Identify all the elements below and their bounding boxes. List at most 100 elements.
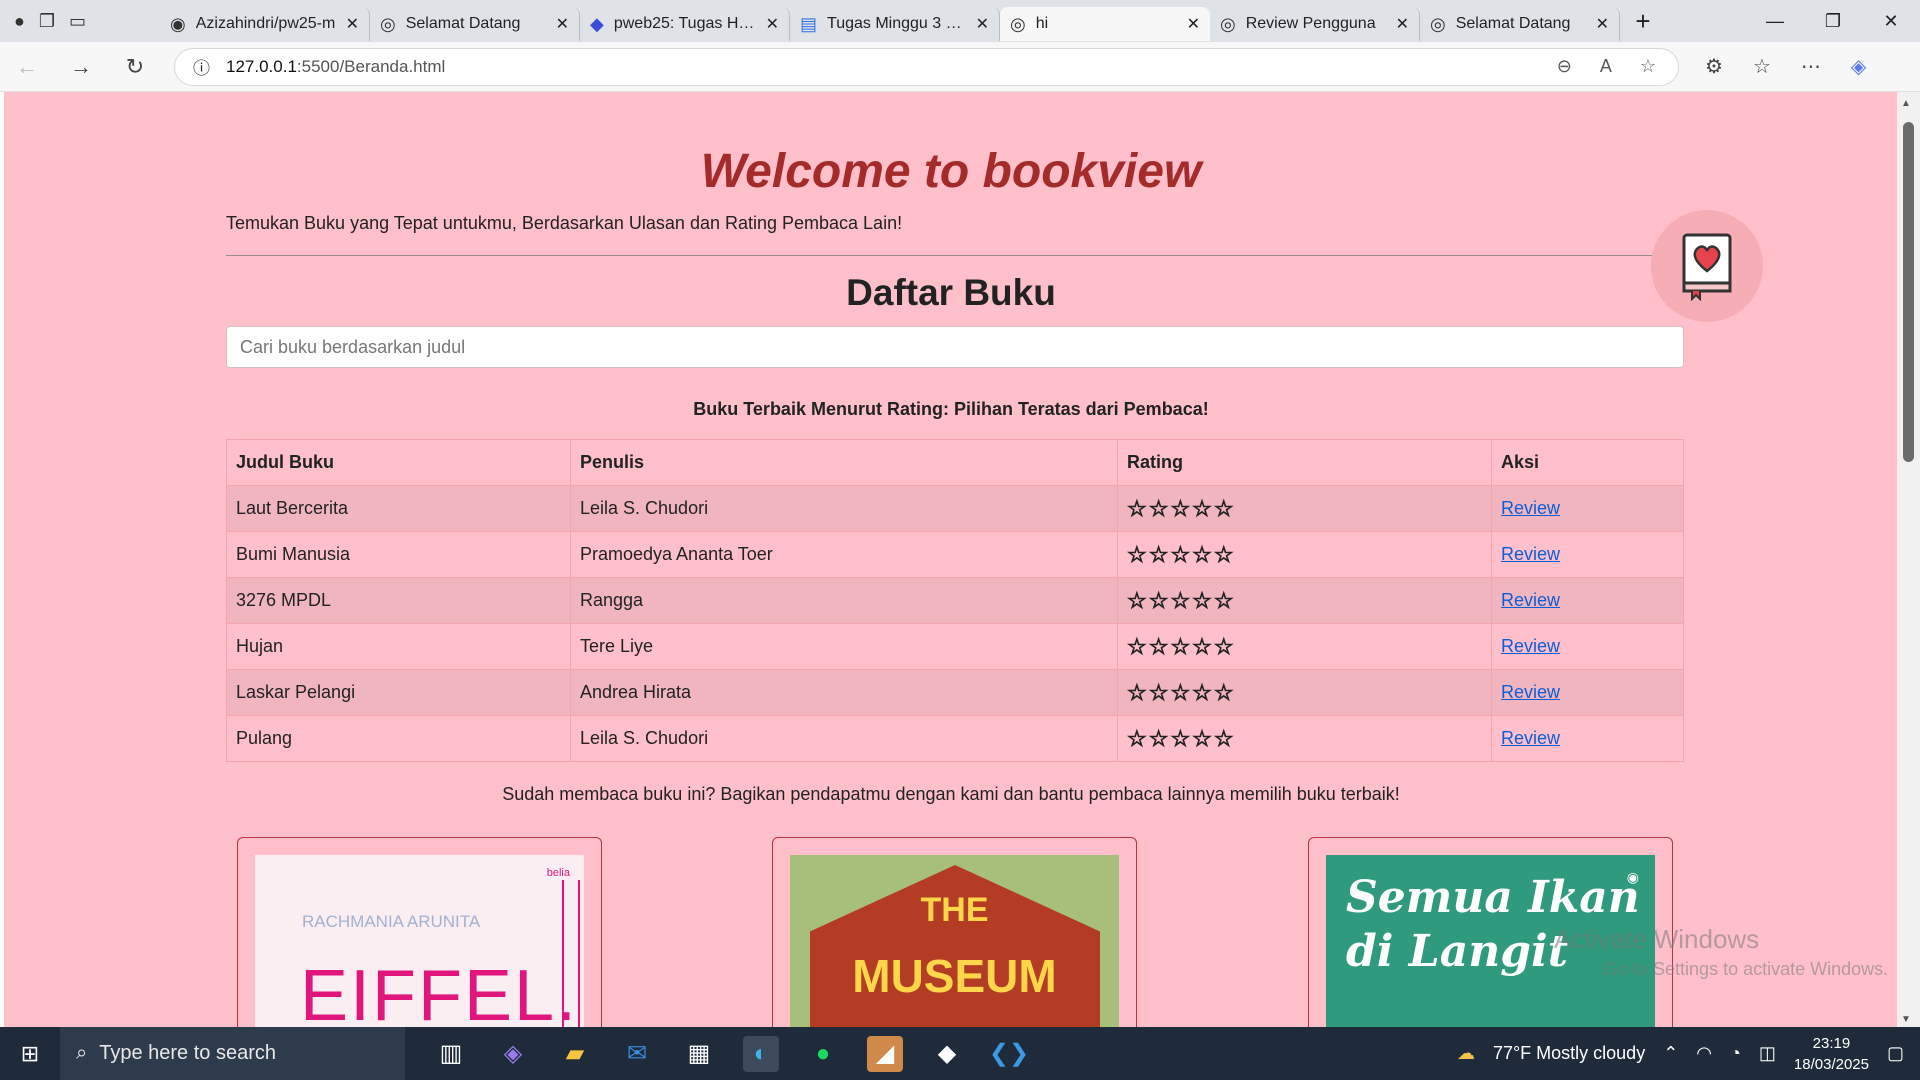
close-icon[interactable]: ✕ [556,14,569,34]
outlook-icon[interactable]: ✉ [619,1036,655,1072]
tab-6[interactable]: ◎ Selamat Datang ✕ [1420,7,1620,41]
stars-icon: ☆☆☆☆☆ [1127,725,1236,751]
edge-icon[interactable]: ◐ [743,1035,779,1072]
review-link[interactable]: Review [1501,682,1560,702]
star-rating: ☆☆☆☆☆ [1117,531,1492,578]
header-title: Judul Buku [226,439,571,486]
notifications-icon[interactable]: ▢ [1887,1043,1904,1064]
url-tools: ⊖ A ☆ [1557,56,1678,77]
close-icon[interactable]: ✕ [1396,14,1409,34]
review-link[interactable]: Review [1501,728,1560,748]
chevron-up-icon[interactable]: ⌃ [1663,1043,1678,1064]
book-cover-image: THE MUSEUM [790,855,1119,1027]
stars-icon: ☆☆☆☆☆ [1127,541,1236,567]
windows-start-icon[interactable]: ⊞ [0,1041,60,1067]
url-path: :5500/Beranda.html [296,56,446,76]
favorite-icon[interactable]: ☆ [1640,56,1656,77]
wifi-icon[interactable]: ◔ [1730,1043,1741,1064]
close-icon[interactable]: ✕ [1187,14,1200,34]
book-heart-icon [1682,233,1732,301]
taskbar-search[interactable]: ⌕ Type here to search [60,1027,405,1080]
pinned-app-icon[interactable]: ◢ [867,1035,903,1072]
network-icon[interactable]: ◠ [1696,1043,1712,1064]
refresh-icon[interactable]: ↻ [108,54,162,80]
profile-icon[interactable]: ● [14,11,25,32]
stars-icon: ☆☆☆☆☆ [1127,679,1236,705]
book-author: Pramoedya Ananta Toer [570,531,1118,578]
header-rating: Rating [1117,439,1492,486]
git-app-icon[interactable]: ◆ [929,1036,965,1072]
forward-icon[interactable]: → [54,54,108,80]
action-cell: Review [1491,623,1684,670]
table-row: Pulang Leila S. Chudori ☆☆☆☆☆ Review [226,715,1684,762]
tab-1[interactable]: ◎ Selamat Datang ✕ [370,7,580,41]
url-field[interactable]: ⓘ 127.0.0.1:5500/Beranda.html ⊖ A ☆ [174,47,1679,86]
workspaces-icon[interactable]: ❐ [39,11,55,32]
close-icon[interactable]: ✕ [346,14,359,34]
scrollbar-thumb[interactable] [1903,122,1914,462]
close-window-icon[interactable]: ✕ [1862,11,1920,32]
more-icon[interactable]: ⋯ [1801,54,1821,79]
search-input[interactable] [226,326,1684,368]
browser-toolbar-right: ⚙ ☆ ⋯ ◈ [1679,54,1866,79]
weather-icon[interactable]: ☁ [1457,1043,1475,1064]
review-link[interactable]: Review [1501,544,1560,564]
spotify-icon[interactable]: ● [805,1036,841,1072]
header-action: Aksi [1491,439,1684,486]
github-icon: ◉ [170,13,186,34]
tab-5[interactable]: ◎ Review Pengguna ✕ [1210,7,1420,41]
close-icon[interactable]: ✕ [976,14,989,34]
tab-title: Tugas Minggu 3 - H [827,15,966,32]
store-icon[interactable]: ▦ [681,1036,717,1072]
restore-icon[interactable]: ❐ [1804,11,1862,32]
review-link[interactable]: Review [1501,590,1560,610]
tab-title: Review Pengguna [1245,15,1376,32]
scroll-up-icon[interactable]: ▲ [1901,98,1911,109]
cover-title-line1: THE [920,891,989,929]
book-card[interactable]: belia RACHMANIA ARUNITA EIFFEL... [237,837,602,1027]
book-title: 3276 MPDL [226,577,571,624]
extensions-icon[interactable]: ⚙ [1705,54,1723,79]
info-icon[interactable]: ⓘ [193,54,210,79]
star-rating: ☆☆☆☆☆ [1117,715,1492,762]
table-row: Laut Bercerita Leila S. Chudori ☆☆☆☆☆ Re… [226,485,1684,532]
close-icon[interactable]: ✕ [1596,14,1609,34]
zoom-icon[interactable]: ⊖ [1557,56,1572,77]
tab-3[interactable]: ▤ Tugas Minggu 3 - H ✕ [790,7,1000,41]
book-card[interactable]: THE MUSEUM [772,837,1137,1027]
taskbar-search-text: Type here to search [99,1042,276,1064]
scrollbar[interactable]: ▲ ▼ [1897,92,1920,1027]
system-tray: ☁ 77°F Mostly cloudy ⌃ ◠ ◔ ◫ 23:19 18/03… [1457,1033,1920,1075]
close-icon[interactable]: ✕ [766,14,779,34]
clock[interactable]: 23:19 18/03/2025 [1794,1033,1869,1075]
action-cell: Review [1491,715,1684,762]
scroll-down-icon[interactable]: ▼ [1901,1014,1911,1025]
minimize-icon[interactable]: — [1746,11,1804,32]
vscode-icon[interactable]: ❮❯ [989,1036,1029,1072]
book-author: Rangga [570,577,1118,624]
new-tab-button[interactable]: + [1620,6,1666,37]
globe-icon: ◎ [1430,13,1446,34]
tab-4-active[interactable]: ◎ hi ✕ [1000,7,1210,41]
copilot-icon[interactable]: ◈ [1851,54,1866,79]
tab-2[interactable]: ◆ pweb25: Tugas HTM ✕ [580,7,790,41]
file-explorer-icon[interactable]: ▰ [557,1036,593,1072]
volume-icon[interactable]: ◫ [1759,1043,1776,1064]
tab-bar-left-tools: ● ❐ ▭ [0,11,160,32]
task-view-icon[interactable]: ▥ [433,1036,469,1072]
weather-text[interactable]: 77°F Mostly cloudy [1493,1043,1645,1064]
review-link[interactable]: Review [1501,498,1560,518]
book-title: Pulang [226,715,571,762]
back-icon[interactable]: ← [0,54,54,80]
tab-actions-icon[interactable]: ▭ [69,11,86,32]
star-rating: ☆☆☆☆☆ [1117,485,1492,532]
search-icon: ⌕ [76,1042,88,1064]
copilot-app-icon[interactable]: ◈ [495,1036,531,1072]
favorites-icon[interactable]: ☆ [1753,54,1771,79]
read-aloud-icon[interactable]: A [1600,56,1612,77]
star-rating: ☆☆☆☆☆ [1117,623,1492,670]
stars-icon: ☆☆☆☆☆ [1127,633,1236,659]
tab-0[interactable]: ◉ Azizahindri/pw25-m ✕ [160,7,370,41]
tab-title: Selamat Datang [1455,15,1571,32]
review-link[interactable]: Review [1501,636,1560,656]
